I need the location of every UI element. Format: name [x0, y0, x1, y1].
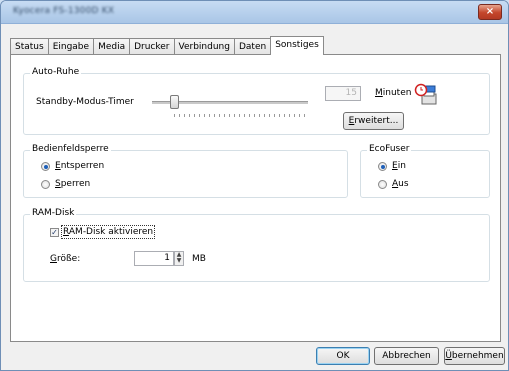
minutes-unit-label: Minuten	[375, 88, 412, 98]
printer-properties-window: Kyocera FS-1300D KX × Status Eingabe Med…	[0, 0, 509, 371]
tab-panel-sonstiges: Auto-Ruhe Standby-Modus-Timer 15 Minuten…	[10, 54, 501, 342]
tab-sonstiges[interactable]: Sonstiges	[270, 36, 324, 55]
sperren-label[interactable]: Sperren	[55, 179, 90, 189]
cancel-button[interactable]: Abbrechen	[374, 347, 439, 365]
entsperren-label[interactable]: Entsperren	[55, 161, 104, 171]
bedienfeldsperre-title: Bedienfeldsperre	[30, 144, 111, 154]
advanced-button[interactable]: Erweitert...	[343, 112, 404, 130]
tab-media[interactable]: Media	[93, 38, 131, 55]
ramdisk-size-label: Größe:	[50, 254, 81, 264]
title-bar: Kyocera FS-1300D KX ×	[1, 1, 508, 24]
apply-button[interactable]: Übernehmen	[444, 347, 505, 365]
ramdisk-group: RAM-Disk ✓ RAM-Disk aktivieren Größe: 1 …	[23, 208, 490, 282]
ok-button[interactable]: OK	[316, 347, 370, 365]
tab-drucker[interactable]: Drucker	[129, 38, 175, 55]
tab-status[interactable]: Status	[10, 38, 49, 55]
tab-eingabe[interactable]: Eingabe	[47, 38, 95, 55]
tab-verbindung[interactable]: Verbindung	[173, 38, 235, 55]
ramdisk-enable-checkbox[interactable]: ✓	[50, 228, 59, 237]
ecofuser-aus-label[interactable]: Aus	[392, 179, 409, 189]
window-title: Kyocera FS-1300D KX	[13, 6, 115, 16]
spin-down-icon[interactable]: ▼	[175, 258, 183, 264]
auto-ruhe-group: Auto-Ruhe Standby-Modus-Timer 15 Minuten…	[23, 67, 490, 135]
ramdisk-title: RAM-Disk	[30, 208, 77, 218]
ramdisk-size-spinner[interactable]: ▲ ▼	[174, 251, 184, 266]
ecofuser-ein-label[interactable]: Ein	[392, 161, 406, 171]
sperren-radio[interactable]	[41, 180, 50, 189]
standby-timer-label: Standby-Modus-Timer	[36, 97, 134, 107]
ramdisk-unit-label: MB	[192, 254, 206, 264]
clock-printer-icon	[414, 82, 440, 108]
entsperren-radio[interactable]	[41, 162, 50, 171]
ecofuser-group: EcoFuser Ein Aus	[360, 144, 490, 198]
ramdisk-enable-label[interactable]: RAM-Disk aktivieren	[60, 225, 156, 239]
standby-slider-thumb[interactable]	[170, 95, 179, 109]
standby-minutes-field[interactable]: 15	[325, 86, 361, 101]
auto-ruhe-title: Auto-Ruhe	[30, 67, 82, 77]
tab-strip: Status Eingabe Media Drucker Verbindung …	[10, 36, 324, 55]
tab-daten[interactable]: Daten	[233, 38, 272, 55]
ecofuser-title: EcoFuser	[367, 144, 412, 154]
slider-ticks	[174, 114, 308, 117]
ramdisk-size-field[interactable]: 1	[134, 251, 174, 266]
close-button[interactable]: ×	[478, 4, 502, 20]
ecofuser-aus-radio[interactable]	[378, 180, 387, 189]
bedienfeldsperre-group: Bedienfeldsperre Entsperren Sperren	[23, 144, 348, 198]
close-icon: ×	[485, 6, 495, 17]
ecofuser-ein-radio[interactable]	[378, 162, 387, 171]
